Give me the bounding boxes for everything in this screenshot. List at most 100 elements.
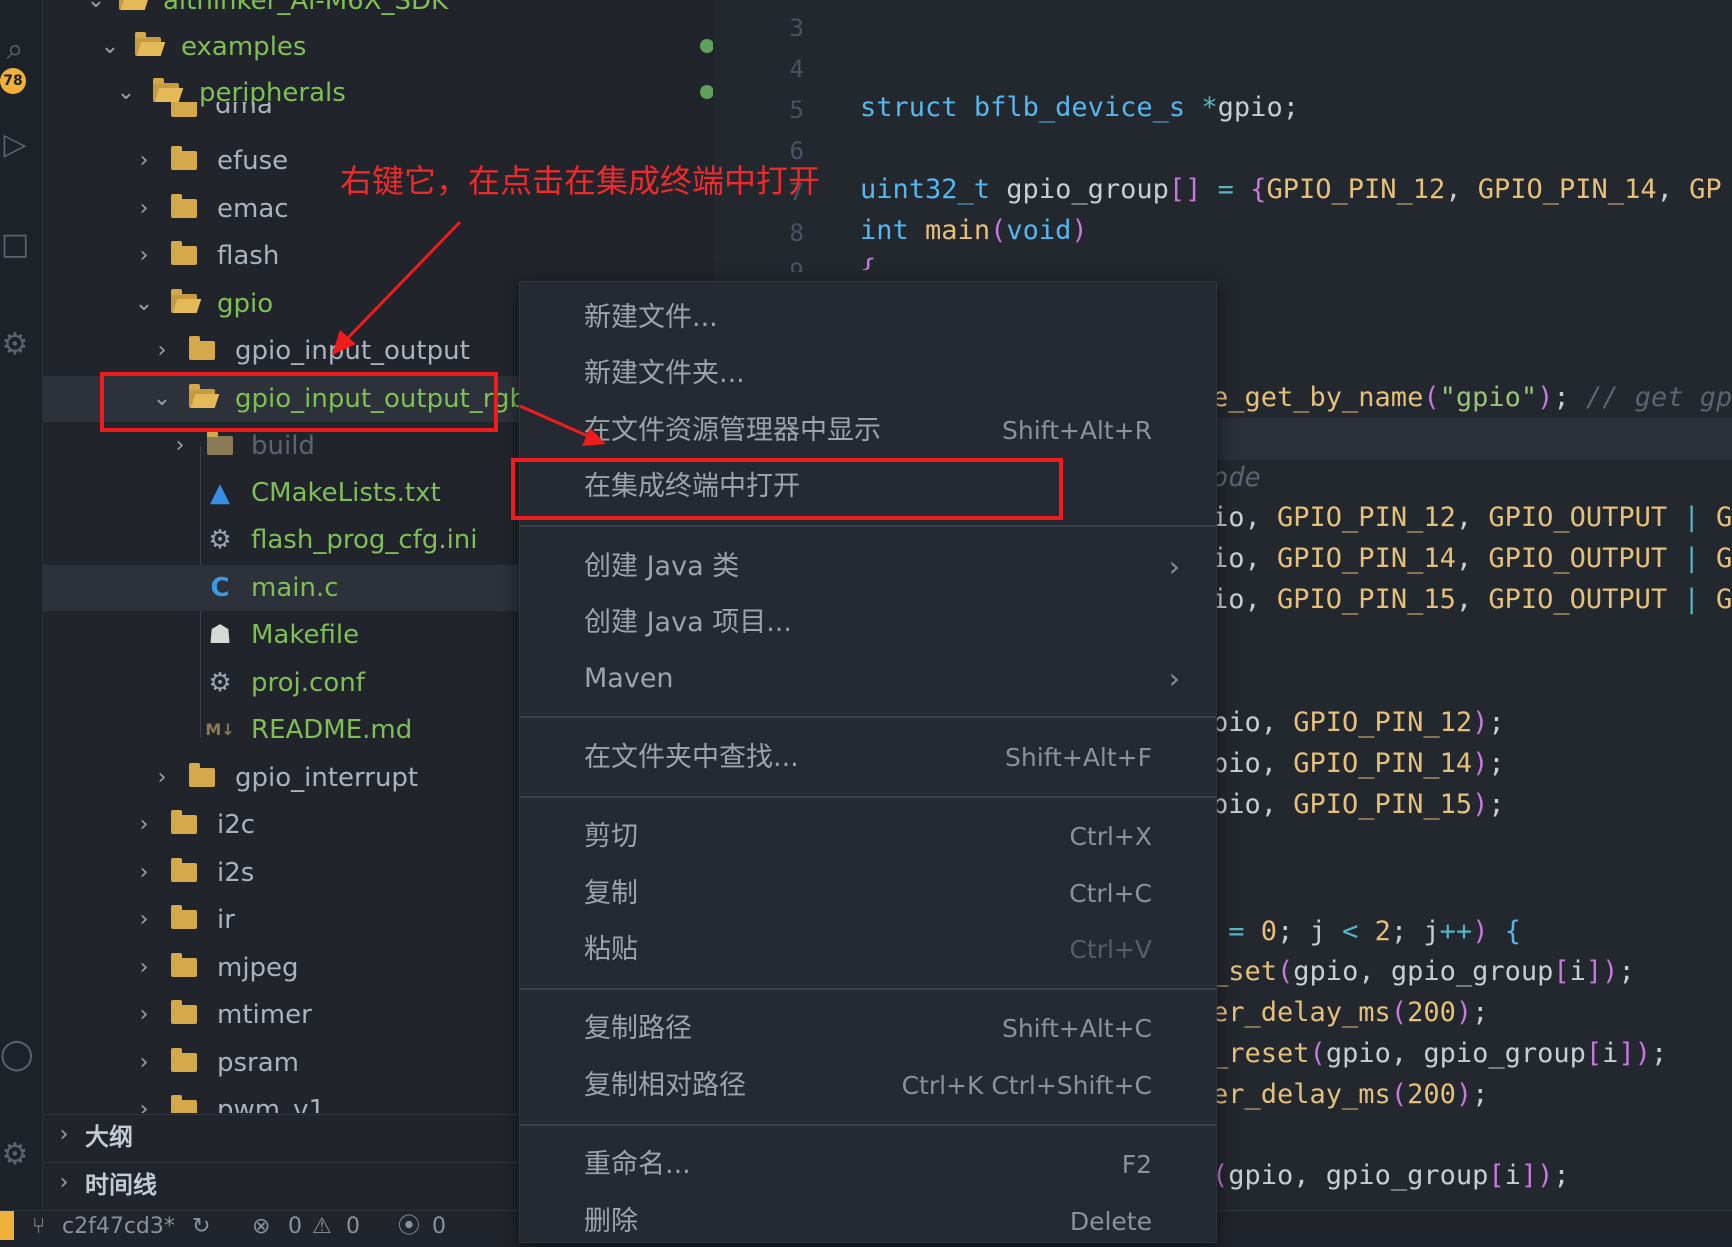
menu-item-shortcut: Ctrl+K Ctrl+Shift+C xyxy=(901,1071,1152,1100)
folder-icon xyxy=(171,146,197,170)
menu-item-label: 新建文件夹... xyxy=(584,358,745,389)
tree-item-dma[interactable]: dma xyxy=(43,102,713,124)
annotation-text: 右键它，在点击在集成终端中打开 xyxy=(340,162,821,200)
menu-item-copy-path[interactable]: 复制路径 Shift+Alt+C xyxy=(520,1004,1216,1054)
folder-icon xyxy=(171,905,197,929)
folder-icon xyxy=(171,1048,197,1072)
menu-item-new-file[interactable]: 新建文件... xyxy=(520,293,1216,343)
menu-item-maven[interactable]: Maven › xyxy=(520,654,1216,704)
menu-item-create-java-class[interactable]: 创建 Java 类 › xyxy=(520,542,1216,592)
warning-count[interactable]: 0 xyxy=(346,1211,360,1240)
tree-item-examples[interactable]: ⌄ examples xyxy=(43,24,713,70)
menu-item-delete[interactable]: 删除 Delete xyxy=(520,1197,1216,1247)
chevron-right-icon: › xyxy=(139,860,149,885)
folder-open-icon xyxy=(171,289,197,313)
menu-item-shortcut: Delete xyxy=(1069,1207,1152,1236)
code-line: e_get_by_name("gpio"); // get gp xyxy=(1212,382,1732,413)
tree-item-sdk[interactable]: ⌄ aithinker_Ai-M6X_SDK xyxy=(43,0,713,24)
tree-item-label: emac xyxy=(217,194,289,224)
run-icon[interactable]: ▷ xyxy=(0,125,30,165)
search-icon[interactable]: ⌕ xyxy=(0,30,30,70)
menu-item-find-in-folder[interactable]: 在文件夹中查找... Shift+Alt+F xyxy=(520,733,1216,783)
code-line: struct bflb_device_s *gpio; xyxy=(860,92,1299,123)
menu-item-shortcut: Ctrl+X xyxy=(1069,822,1152,851)
tree-item-label: flash xyxy=(217,241,280,271)
tree-item-label: Makefile xyxy=(251,620,360,650)
activity-bar: ⌕ 78 ▷ □ ⚙ ◯ ⚙ xyxy=(0,0,43,1210)
menu-item-shortcut: Shift+Alt+R xyxy=(1002,416,1152,445)
tree-item-label: pwm_v1 xyxy=(217,1095,326,1113)
account-icon[interactable]: ◯ xyxy=(0,1035,34,1075)
folder-icon xyxy=(189,336,215,360)
menu-separator xyxy=(520,796,1216,798)
code-line: int main(void) xyxy=(860,215,1088,246)
menu-item-cut[interactable]: 剪切 Ctrl+X xyxy=(520,812,1216,862)
menu-separator xyxy=(520,716,1216,718)
menu-item-label: 创建 Java 类 xyxy=(584,551,740,582)
remote-indicator[interactable] xyxy=(0,1211,14,1240)
ports-count[interactable]: 0 xyxy=(432,1211,446,1240)
chevron-right-icon: › xyxy=(157,338,167,363)
code-line: uint32_t gpio_group[] = {GPIO_PIN_12, GP… xyxy=(860,174,1722,205)
git-branch-icon: ⑂ xyxy=(32,1214,46,1239)
menu-item-paste[interactable]: 粘贴 Ctrl+V xyxy=(520,925,1216,975)
sync-icon[interactable]: ↻ xyxy=(192,1211,210,1240)
code-line: = 0; j < 2; j++) { xyxy=(1228,916,1521,947)
code-line: _reset(gpio, gpio_group[i]); xyxy=(1212,1038,1668,1069)
tree-item-flash[interactable]: › flash xyxy=(43,233,713,279)
tree-item-label: dma xyxy=(215,102,273,120)
tree-item-label: build xyxy=(251,431,315,461)
chevron-down-icon: ⌄ xyxy=(100,34,120,59)
warning-icon: ⚠ xyxy=(312,1214,332,1239)
chevron-right-icon: › xyxy=(139,955,149,980)
git-branch[interactable]: c2f47cd3* xyxy=(62,1211,175,1240)
menu-separator xyxy=(520,525,1216,527)
settings-icon[interactable]: ⚙ xyxy=(0,325,30,365)
code-line: ode xyxy=(1212,462,1261,493)
code-line: _set(gpio, gpio_group[i]); xyxy=(1212,956,1635,987)
folder-open-icon xyxy=(153,78,179,102)
outline-label: 大纲 xyxy=(85,1123,133,1151)
markdown-icon: M↓ xyxy=(205,720,235,739)
menu-item-copy-relative-path[interactable]: 复制相对路径 Ctrl+K Ctrl+Shift+C xyxy=(520,1061,1216,1111)
chevron-right-icon: › xyxy=(1168,550,1180,583)
menu-item-label: 新建文件... xyxy=(584,302,718,333)
menu-item-label: 重命名... xyxy=(584,1149,691,1180)
extensions-icon[interactable]: □ xyxy=(0,225,30,265)
cmake-icon: ▲ xyxy=(210,478,230,508)
chevron-right-icon: › xyxy=(175,433,185,458)
line-number: 8 xyxy=(789,219,804,247)
code-line: pio, GPIO_PIN_14); xyxy=(1212,748,1505,779)
code-line: io, GPIO_PIN_15, GPIO_OUTPUT | G xyxy=(1212,584,1732,615)
menu-item-new-folder[interactable]: 新建文件夹... xyxy=(520,349,1216,399)
makefile-icon: ☗ xyxy=(208,620,232,650)
menu-item-copy[interactable]: 复制 Ctrl+C xyxy=(520,869,1216,919)
manage-gear-icon[interactable]: ⚙ xyxy=(0,1135,30,1175)
error-count[interactable]: 0 xyxy=(288,1211,302,1240)
tree-item-label: efuse xyxy=(217,146,289,176)
menu-item-label: 复制 xyxy=(584,878,638,909)
line-number: 4 xyxy=(789,55,804,83)
menu-item-create-java-project[interactable]: 创建 Java 项目... xyxy=(520,598,1216,648)
chevron-right-icon: › xyxy=(59,1170,69,1195)
tree-item-label: proj.conf xyxy=(251,668,365,698)
chevron-right-icon: › xyxy=(139,907,149,932)
menu-item-label: 在文件资源管理器中显示 xyxy=(584,415,881,446)
gear-icon: ⚙ xyxy=(208,525,232,555)
menu-item-reveal-in-explorer[interactable]: 在文件资源管理器中显示 Shift+Alt+R xyxy=(520,406,1216,456)
git-status-dot xyxy=(700,85,713,99)
menu-item-shortcut: Shift+Alt+F xyxy=(1005,743,1152,772)
chevron-down-icon: ⌄ xyxy=(86,0,106,13)
line-number: 5 xyxy=(789,96,804,124)
code-line: er_delay_ms(200); xyxy=(1212,1079,1489,1110)
ports-icon: ⦿ xyxy=(398,1214,421,1239)
folder-open-icon xyxy=(135,32,161,56)
chevron-right-icon: › xyxy=(139,196,149,221)
git-status-dot xyxy=(700,39,713,53)
code-line: pio, GPIO_PIN_12); xyxy=(1212,707,1505,738)
menu-item-label: 复制相对路径 xyxy=(584,1070,746,1101)
folder-icon xyxy=(171,953,197,977)
tree-item-label: main.c xyxy=(251,573,339,603)
menu-item-shortcut: Ctrl+V xyxy=(1069,935,1152,964)
menu-item-rename[interactable]: 重命名... F2 xyxy=(520,1140,1216,1190)
